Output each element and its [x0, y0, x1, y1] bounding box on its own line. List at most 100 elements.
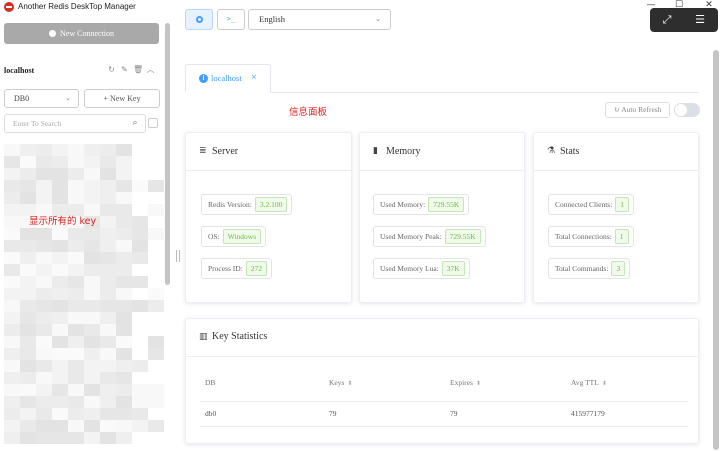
- connection-name[interactable]: localhost: [4, 66, 34, 75]
- sort-icon[interactable]: ⬍: [476, 380, 481, 387]
- blurred-key-cell: [116, 384, 132, 396]
- blurred-key-cell: [132, 240, 148, 252]
- used-memory-field: Used Memory: 729.55K: [373, 194, 470, 215]
- column-header-expires-label: Expires: [450, 378, 473, 387]
- window-title: Another Redis DeskTop Manager: [18, 2, 136, 11]
- blurred-key-cell: [52, 300, 68, 312]
- column-header-keys[interactable]: Keys ⬍: [329, 378, 352, 387]
- blurred-key-cell: [116, 336, 132, 348]
- process-id-field: Process ID: 272: [201, 258, 273, 279]
- blurred-key-cell: [36, 312, 52, 324]
- new-key-button[interactable]: + New Key: [84, 89, 160, 108]
- server-icon: ≣: [199, 146, 207, 156]
- new-connection-button[interactable]: New Connection: [4, 23, 159, 44]
- blurred-key-cell: [84, 360, 100, 372]
- blurred-key-cell: [132, 216, 148, 228]
- select-checkbox[interactable]: [148, 118, 158, 128]
- blurred-key-cell: [148, 252, 164, 264]
- auto-refresh-button[interactable]: ↻ Auto Refresh: [605, 102, 670, 118]
- blurred-key-cell: [132, 324, 148, 336]
- blurred-key-cell: [4, 216, 20, 228]
- blurred-key-cell: [148, 276, 164, 288]
- connected-clients-value: 1: [615, 197, 630, 212]
- blurred-key-cell: [68, 180, 84, 192]
- collapse-icon[interactable]: ︿: [146, 65, 155, 74]
- tab-localhost[interactable]: i localhost ×: [185, 64, 271, 93]
- blurred-key-cell: [84, 420, 100, 432]
- blurred-key-cell: [20, 168, 36, 180]
- process-id-label: Process ID:: [208, 264, 243, 273]
- terminal-button[interactable]: >_: [217, 9, 245, 30]
- blurred-key-cell: [100, 336, 116, 348]
- status-toggle-button[interactable]: [185, 9, 213, 30]
- blurred-key-cell: [132, 276, 148, 288]
- blurred-key-cell: [100, 372, 116, 384]
- search-input[interactable]: Enter To Search ⌕: [4, 114, 146, 133]
- blurred-key-cell: [148, 204, 164, 216]
- main-scrollbar[interactable]: [713, 50, 719, 450]
- sort-icon[interactable]: ⬍: [602, 380, 607, 387]
- language-value: English: [259, 14, 285, 24]
- memory-card: ▮ Memory Used Memory: 729.55K Used Memory…: [359, 132, 525, 303]
- expand-icon[interactable]: ⤢: [659, 12, 675, 28]
- blurred-key-cell: [20, 240, 36, 252]
- blurred-key-cell: [148, 144, 164, 156]
- blurred-key-cell: [148, 288, 164, 300]
- db-select[interactable]: DB0 ⌄: [4, 89, 79, 108]
- blurred-key-cell: [116, 216, 132, 228]
- blurred-key-cell: [4, 300, 20, 312]
- blurred-key-cell: [84, 156, 100, 168]
- column-header-expires[interactable]: Expires ⬍: [450, 378, 481, 387]
- blurred-key-cell: [4, 264, 20, 276]
- blurred-key-cell: [132, 168, 148, 180]
- blurred-key-cell: [148, 360, 164, 372]
- blurred-key-cell: [116, 408, 132, 420]
- blurred-key-cell: [148, 300, 164, 312]
- blurred-key-cell: [100, 432, 116, 444]
- blurred-key-cell: [4, 156, 20, 168]
- key-list-blurred[interactable]: [4, 144, 164, 451]
- close-tab-icon[interactable]: ×: [251, 73, 257, 81]
- blurred-key-cell: [116, 156, 132, 168]
- chat-icon[interactable]: ☰: [692, 12, 708, 28]
- terminal-icon: >_: [226, 15, 236, 23]
- blurred-key-cell: [116, 324, 132, 336]
- blurred-key-cell: [132, 264, 148, 276]
- blurred-key-cell: [36, 384, 52, 396]
- blurred-key-cell: [20, 228, 36, 240]
- refresh-icon[interactable]: ↻: [107, 65, 116, 74]
- blurred-key-cell: [100, 408, 116, 420]
- blurred-key-cell: [116, 192, 132, 204]
- sort-icon[interactable]: ⬍: [347, 380, 352, 387]
- blurred-key-cell: [52, 264, 68, 276]
- blurred-key-cell: [20, 252, 36, 264]
- used-memory-lua-field: Used Memory Lua: 37K: [373, 258, 470, 279]
- sidebar-scrollbar[interactable]: [165, 23, 170, 285]
- blurred-key-cell: [68, 432, 84, 444]
- edit-icon[interactable]: ✎: [120, 65, 129, 74]
- blurred-key-cell: [20, 288, 36, 300]
- blurred-key-cell: [52, 360, 68, 372]
- redis-version-label: Redis Version:: [208, 200, 252, 209]
- column-header-db[interactable]: DB: [205, 378, 215, 387]
- stats-card: ⚗ Stats Connected Clients: 1 Total Connec…: [533, 132, 699, 303]
- column-header-avg-ttl[interactable]: Avg TTL ⬍: [571, 378, 607, 387]
- db-select-value: DB0: [14, 94, 30, 103]
- blurred-key-cell: [36, 240, 52, 252]
- process-id-value: 272: [245, 261, 268, 276]
- blurred-key-cell: [36, 288, 52, 300]
- blurred-key-cell: [100, 420, 116, 432]
- search-icon[interactable]: ⌕: [130, 118, 140, 128]
- blurred-key-cell: [20, 276, 36, 288]
- language-select[interactable]: English ⌄: [248, 9, 391, 30]
- panel-resize-handle[interactable]: [176, 250, 180, 262]
- blurred-key-cell: [20, 408, 36, 420]
- blurred-key-cell: [84, 228, 100, 240]
- blurred-key-cell: [52, 312, 68, 324]
- blurred-key-cell: [36, 168, 52, 180]
- delete-icon[interactable]: 🗑: [133, 65, 143, 74]
- blurred-key-cell: [4, 204, 20, 216]
- blurred-key-cell: [68, 408, 84, 420]
- auto-refresh-toggle[interactable]: [674, 103, 700, 117]
- cell-keys: 79: [329, 409, 337, 418]
